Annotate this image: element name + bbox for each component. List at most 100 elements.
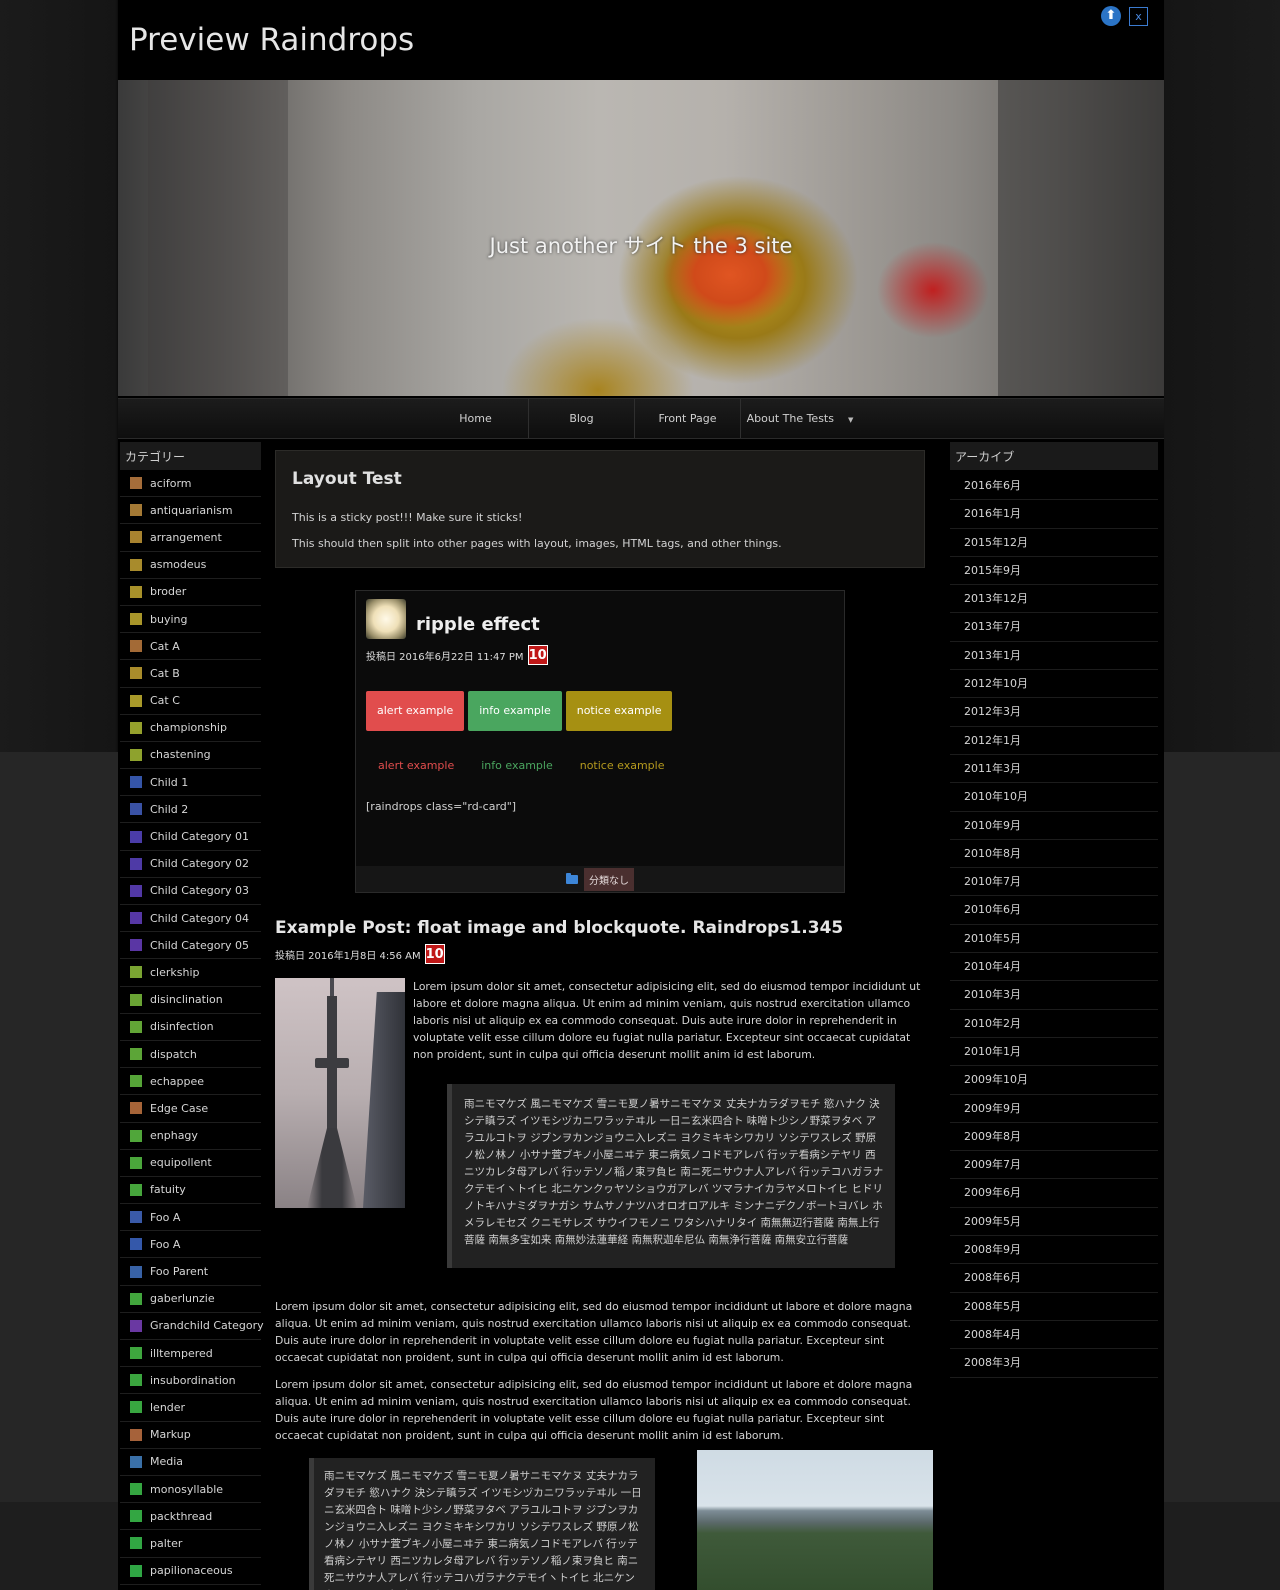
sidebar-category-item[interactable]: palter xyxy=(120,1530,261,1558)
archive-link[interactable]: 2012年3月 xyxy=(950,698,1158,727)
nav-item-home[interactable]: Home xyxy=(423,399,529,438)
archive-link[interactable]: 2013年12月 xyxy=(950,585,1158,614)
archive-link[interactable]: 2008年5月 xyxy=(950,1293,1158,1321)
archive-link[interactable]: 2010年7月 xyxy=(950,868,1158,897)
archive-link[interactable]: 2010年5月 xyxy=(950,925,1158,954)
category-color-swatch xyxy=(130,1455,142,1468)
archive-link[interactable]: 2012年1月 xyxy=(950,727,1158,755)
category-tag[interactable]: 分類なし xyxy=(584,867,634,891)
sidebar-category-item[interactable]: insubordination xyxy=(120,1367,261,1395)
archive-link[interactable]: 2008年3月 xyxy=(950,1349,1158,1378)
nav-item-about-the-tests[interactable]: About The Tests ▼ xyxy=(741,399,859,438)
sidebar-category-item[interactable]: chastening xyxy=(120,742,261,770)
archive-link[interactable]: 2010年6月 xyxy=(950,896,1158,925)
category-label: buying xyxy=(150,612,188,626)
category-label: disinfection xyxy=(150,1020,214,1034)
sidebar-category-item[interactable]: disinclination xyxy=(120,987,261,1014)
archive-link[interactable]: 2009年6月 xyxy=(950,1179,1158,1208)
archive-link[interactable]: 2010年4月 xyxy=(950,953,1158,982)
archive-link[interactable]: 2009年10月 xyxy=(950,1066,1158,1095)
alert-example-text: alert example xyxy=(378,759,455,772)
sidebar-category-item[interactable]: monosyllable xyxy=(120,1476,261,1504)
nav-item-front-page[interactable]: Front Page xyxy=(635,399,741,438)
sidebar-category-item[interactable]: fatuity xyxy=(120,1177,261,1205)
archive-link[interactable]: 2009年5月 xyxy=(950,1208,1158,1237)
archive-link[interactable]: 2016年6月 xyxy=(950,472,1158,501)
sidebar-category-item[interactable]: echappee xyxy=(120,1068,261,1096)
sidebar-category-item[interactable]: Child Category 01 xyxy=(120,823,261,851)
sidebar-category-item[interactable]: Child Category 04 xyxy=(120,905,261,933)
sidebar-category-item[interactable]: Child Category 03 xyxy=(120,878,261,905)
archive-link[interactable]: 2010年2月 xyxy=(950,1010,1158,1038)
sidebar-category-item[interactable]: antiquarianism xyxy=(120,497,261,525)
category-color-swatch xyxy=(130,1428,142,1441)
sidebar-category-item[interactable]: Grandchild Category xyxy=(120,1313,264,1340)
archive-link[interactable]: 2013年7月 xyxy=(950,613,1158,642)
sidebar-category-item[interactable]: lender xyxy=(120,1394,261,1422)
nav-item-blog[interactable]: Blog xyxy=(529,399,635,438)
archive-link[interactable]: 2009年7月 xyxy=(950,1151,1158,1180)
category-widget-title: カテゴリー xyxy=(120,442,261,470)
info-example-button[interactable]: info example xyxy=(468,691,562,731)
sidebar-category-item[interactable]: Cat A xyxy=(120,633,261,661)
archive-link[interactable]: 2010年3月 xyxy=(950,981,1158,1010)
sidebar-category-item[interactable]: gaberlunzie xyxy=(120,1286,261,1313)
blockquote: 雨ニモマケズ 風ニモマケズ 雪ニモ夏ノ暑サニモマケヌ 丈夫ナカラダヲモチ 慾ハナ… xyxy=(447,1084,895,1268)
sidebar-category-item[interactable]: illtempered xyxy=(120,1340,261,1368)
nav-item-label: Front Page xyxy=(658,412,717,425)
archive-link[interactable]: 2008年6月 xyxy=(950,1264,1158,1293)
archive-link[interactable]: 2013年1月 xyxy=(950,642,1158,671)
sidebar-category-item[interactable]: Cat B xyxy=(120,660,261,688)
category-label: equipollent xyxy=(150,1156,212,1170)
archive-link[interactable]: 2009年9月 xyxy=(950,1095,1158,1123)
sidebar-category-item[interactable]: Foo A xyxy=(120,1231,261,1259)
sticky-post-title[interactable]: Layout Test xyxy=(292,469,908,489)
sidebar-category-item[interactable]: Child Category 05 xyxy=(120,932,261,960)
archive-link[interactable]: 2009年8月 xyxy=(950,1123,1158,1152)
site-title[interactable]: Preview Raindrops xyxy=(129,22,414,58)
example-post-title[interactable]: Example Post: float image and blockquote… xyxy=(275,918,925,938)
notice-example-button[interactable]: notice example xyxy=(565,691,673,731)
sidebar-category-item[interactable]: broder xyxy=(120,579,261,606)
sidebar-category-item[interactable]: buying xyxy=(120,606,261,634)
archive-link[interactable]: 2012年10月 xyxy=(950,670,1158,699)
sidebar-category-item[interactable]: Foo A xyxy=(120,1204,261,1232)
alert-example-button[interactable]: alert example xyxy=(366,691,465,731)
sidebar-category-item[interactable]: Markup xyxy=(120,1422,261,1449)
archive-link[interactable]: 2010年10月 xyxy=(950,783,1158,812)
sidebar-category-item[interactable]: papilionaceous xyxy=(120,1558,261,1585)
nav-item-label: Home xyxy=(459,412,492,425)
sidebar-category-item[interactable]: Edge Case xyxy=(120,1095,261,1123)
archive-link[interactable]: 2010年9月 xyxy=(950,812,1158,840)
archive-link[interactable]: 2008年4月 xyxy=(950,1321,1158,1350)
sidebar-category-item[interactable]: Media xyxy=(120,1449,261,1476)
sidebar-category-item[interactable]: disinfection xyxy=(120,1014,261,1041)
archive-link[interactable]: 2015年12月 xyxy=(950,529,1158,557)
category-color-swatch xyxy=(130,748,142,761)
close-icon[interactable]: x xyxy=(1129,6,1148,26)
sidebar-category-item[interactable]: Cat C xyxy=(120,688,261,715)
sidebar-category-item[interactable]: aciform xyxy=(120,470,261,498)
archive-link[interactable]: 2010年1月 xyxy=(950,1038,1158,1067)
sidebar-category-item[interactable]: equipollent xyxy=(120,1150,261,1177)
archive-link[interactable]: 2016年1月 xyxy=(950,500,1158,529)
sidebar-category-item[interactable]: arrangement xyxy=(120,524,261,552)
archive-link[interactable]: 2015年9月 xyxy=(950,557,1158,586)
sidebar-category-item[interactable]: championship xyxy=(120,715,261,742)
sidebar-category-item[interactable]: dispatch xyxy=(120,1041,261,1069)
sidebar-category-item[interactable]: Child 1 xyxy=(120,769,261,797)
sidebar-category-item[interactable]: Child 2 xyxy=(120,796,261,824)
arrow-up-icon[interactable]: ⬆ xyxy=(1101,6,1121,26)
category-color-swatch xyxy=(130,504,142,517)
sidebar-category-item[interactable]: Foo Parent xyxy=(120,1258,261,1286)
chevron-down-icon[interactable]: ▼ xyxy=(848,416,853,424)
sidebar-category-item[interactable]: Child Category 02 xyxy=(120,851,261,878)
card-title[interactable]: ripple effect xyxy=(416,614,540,635)
archive-link[interactable]: 2010年8月 xyxy=(950,840,1158,869)
archive-link[interactable]: 2008年9月 xyxy=(950,1236,1158,1265)
sidebar-category-item[interactable]: clerkship xyxy=(120,959,261,987)
sidebar-category-item[interactable]: asmodeus xyxy=(120,552,261,579)
sidebar-category-item[interactable]: enphagy xyxy=(120,1123,261,1150)
archive-link[interactable]: 2011年3月 xyxy=(950,755,1158,784)
sidebar-category-item[interactable]: packthread xyxy=(120,1503,261,1531)
